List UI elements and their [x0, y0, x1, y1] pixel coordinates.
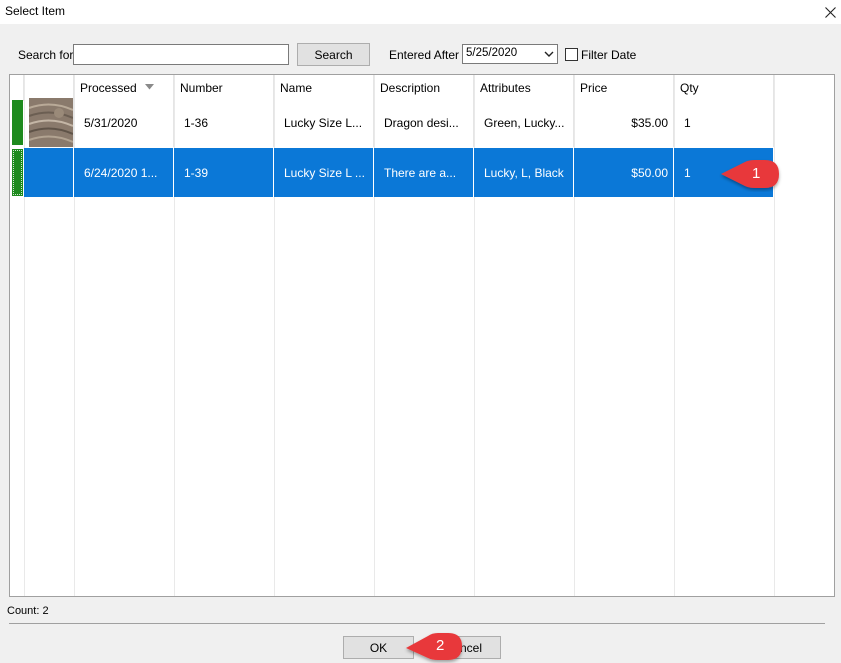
- item-price: $50.00: [631, 165, 668, 180]
- entered-after-value: 5/25/2020: [466, 47, 518, 59]
- close-icon[interactable]: [819, 2, 841, 22]
- item-attributes: Lucky, L, Black: [484, 165, 564, 180]
- thumbnail-cell: [24, 148, 74, 197]
- column-header-label: Number: [180, 81, 223, 95]
- title-bar: Select Item: [0, 0, 841, 24]
- column-header-label: Name: [280, 81, 313, 95]
- column-header-label: Attributes: [480, 81, 531, 95]
- item-description: Dragon desi...: [384, 115, 459, 130]
- column-header-label: Processed: [80, 81, 137, 95]
- row-status-cell: [10, 98, 24, 147]
- item-thumbnail: [29, 98, 73, 147]
- thumbnail-cell: [24, 98, 74, 147]
- search-input[interactable]: [73, 44, 289, 65]
- filter-date-checkbox[interactable]: [565, 48, 578, 61]
- callout-number-2: 2: [436, 637, 445, 654]
- footer-separator: [9, 623, 825, 624]
- item-name: Lucky Size L ...: [284, 165, 365, 180]
- item-name: Lucky Size L...: [284, 115, 363, 130]
- item-attributes: Green, Lucky...: [484, 115, 565, 130]
- table-row-selected[interactable]: 6/24/2020 1... 1-39 Lucky Size L ... The…: [10, 148, 834, 197]
- item-count: Count: 2: [7, 605, 49, 617]
- callout-marker-2: [406, 633, 462, 660]
- entered-after-date-picker[interactable]: 5/25/2020: [462, 44, 558, 64]
- status-indicator: [12, 149, 23, 196]
- table-row[interactable]: 5/31/2020 1-36 Lucky Size L... Dragon de…: [10, 98, 834, 147]
- column-header-label: Description: [380, 81, 441, 95]
- item-number: 1-36: [184, 115, 209, 130]
- callout-marker-1: [721, 160, 779, 188]
- item-number: 1-39: [184, 165, 209, 180]
- chevron-down-icon[interactable]: [543, 48, 555, 60]
- search-label: Search for: [18, 48, 74, 62]
- callout-number-1: 1: [752, 165, 761, 182]
- processed-date: 6/24/2020 1...: [84, 165, 158, 180]
- entered-after-label: Entered After: [389, 48, 460, 62]
- filter-date-label: Filter Date: [581, 48, 637, 62]
- items-grid[interactable]: Processed Number Name Description Attrib…: [9, 74, 835, 597]
- item-price: $35.00: [631, 115, 668, 130]
- item-qty: 1: [684, 165, 691, 180]
- row-status-cell: [10, 148, 24, 197]
- processed-date: 5/31/2020: [84, 115, 138, 130]
- sort-descending-icon: [145, 84, 154, 90]
- search-button[interactable]: Search: [297, 43, 370, 66]
- status-indicator: [12, 100, 23, 145]
- item-description: There are a...: [384, 165, 457, 180]
- column-header-label: Qty: [680, 81, 699, 95]
- window-title: Select Item: [5, 4, 66, 18]
- item-qty: 1: [684, 115, 691, 130]
- column-header-label: Price: [580, 81, 608, 95]
